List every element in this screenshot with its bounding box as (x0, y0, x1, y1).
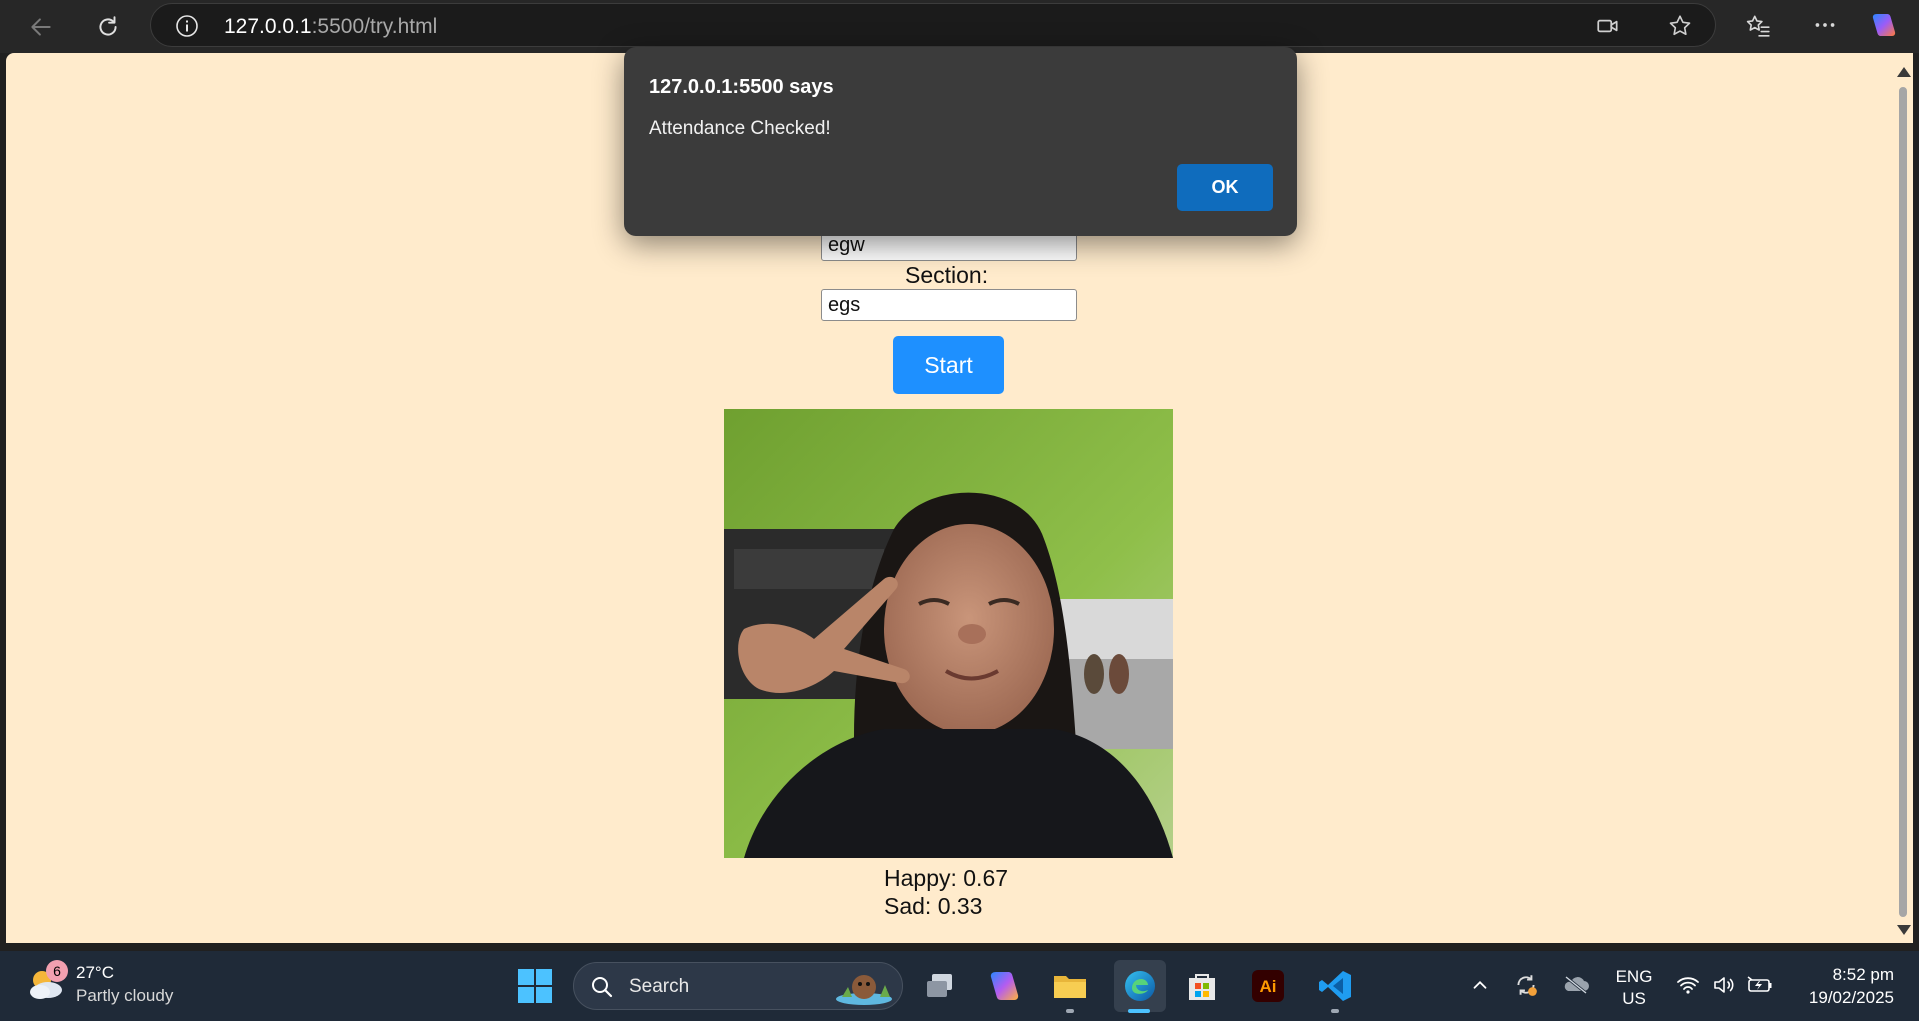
battery-tray-button[interactable] (1746, 971, 1774, 999)
volume-tray-button[interactable] (1710, 971, 1738, 999)
weather-temperature: 27°C (76, 963, 114, 982)
copilot-taskbar-button[interactable] (982, 964, 1026, 1008)
scroll-down-arrow-icon[interactable] (1897, 925, 1911, 935)
url-host: 127.0.0.1 (224, 15, 312, 38)
back-button[interactable] (22, 8, 60, 46)
speaker-icon (1714, 977, 1734, 993)
url-path: :5500/try.html (311, 15, 438, 38)
illustrator-icon: Ai (1252, 970, 1284, 1002)
scroll-thumb[interactable] (1899, 87, 1907, 917)
copilot-button[interactable] (1869, 10, 1899, 40)
windows-taskbar: 6 27°C Partly cloudy Search Ai ENG US 8:… (0, 951, 1919, 1021)
sync-tray-button[interactable] (1512, 971, 1540, 999)
keyboard-region: US (1622, 989, 1646, 1008)
clock-date: 19/02/2025 (1808, 988, 1894, 1007)
sad-score: Sad: 0.33 (884, 893, 983, 919)
system-clock[interactable]: 8:52 pm 19/02/2025 (1786, 963, 1894, 1009)
edge-taskbar-button[interactable] (1114, 960, 1166, 1012)
site-info-icon[interactable] (175, 14, 199, 38)
show-hidden-icons-button[interactable] (1466, 971, 1494, 999)
favorites-button[interactable] (1743, 10, 1773, 40)
start-button-taskbar[interactable] (513, 964, 557, 1008)
taskbar-search[interactable]: Search (573, 962, 903, 1010)
svg-text:Ai: Ai (1260, 977, 1277, 996)
section-input[interactable] (821, 289, 1077, 321)
wifi-tray-button[interactable] (1674, 971, 1702, 999)
search-icon (592, 977, 613, 998)
language-indicator[interactable]: ENG US (1614, 966, 1654, 1010)
battery-charging-icon (1747, 976, 1772, 992)
chevron-up-icon (1473, 980, 1487, 989)
more-dots-icon (1815, 23, 1835, 27)
scroll-up-arrow-icon[interactable] (1897, 67, 1911, 77)
vscode-icon (1319, 971, 1351, 1001)
onedrive-tray-button[interactable] (1562, 971, 1590, 999)
camera-in-use-icon[interactable] (1595, 13, 1621, 39)
webcam-feed-image (724, 409, 1173, 858)
clock-time: 8:52 pm (1832, 965, 1894, 984)
vscode-button[interactable] (1313, 964, 1357, 1008)
favorite-star-icon[interactable] (1667, 13, 1693, 39)
search-label: Search (629, 976, 690, 997)
file-explorer-running-indicator (1066, 1009, 1074, 1013)
language-code: ENG (1615, 967, 1653, 986)
weather-notification-badge: 6 (46, 960, 68, 982)
vscode-running-indicator (1331, 1009, 1339, 1013)
dialog-message: Attendance Checked! (649, 118, 831, 139)
file-explorer-button[interactable] (1048, 964, 1092, 1008)
page-scrollbar[interactable] (1893, 53, 1913, 943)
happy-score: Happy: 0.67 (884, 865, 1009, 891)
microsoft-store-button[interactable] (1180, 964, 1224, 1008)
wifi-icon (1677, 977, 1699, 994)
task-view-icon (927, 974, 952, 997)
copilot-icon (990, 972, 1019, 1000)
file-explorer-icon (1054, 976, 1086, 998)
edge-icon (1125, 971, 1155, 1001)
dialog-title: 127.0.0.1:5500 says (649, 76, 834, 98)
edge-active-indicator (1128, 1009, 1150, 1013)
settings-more-button[interactable] (1810, 10, 1840, 40)
onedrive-offline-icon (1564, 975, 1589, 995)
refresh-icon (99, 16, 117, 36)
address-bar[interactable]: 127.0.0.1:5500/try.html (150, 3, 1716, 47)
microsoft-store-icon (1189, 974, 1215, 1000)
section-label: Section: (905, 262, 989, 288)
alert-dialog: 127.0.0.1:5500 says Attendance Checked! … (624, 47, 1297, 236)
refresh-button[interactable] (89, 8, 127, 46)
back-arrow-icon (31, 18, 51, 36)
windows-logo-icon (518, 969, 552, 1003)
start-button[interactable]: Start (893, 336, 1004, 394)
copilot-icon (1872, 14, 1896, 36)
ok-button[interactable]: OK (1177, 164, 1273, 211)
illustrator-button[interactable]: Ai (1246, 964, 1290, 1008)
favorites-list-icon (1746, 15, 1770, 37)
task-view-button[interactable] (918, 964, 962, 1008)
sync-icon (1517, 975, 1537, 996)
webcam-video (724, 409, 1173, 858)
browser-toolbar: 127.0.0.1:5500/try.html (0, 0, 1919, 53)
search-highlight-icon (836, 975, 892, 1005)
url-text[interactable]: 127.0.0.1:5500/try.html (224, 15, 437, 39)
weather-description: Partly cloudy (76, 986, 174, 1005)
